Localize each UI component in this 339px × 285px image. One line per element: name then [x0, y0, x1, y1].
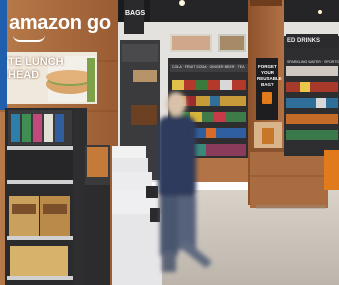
- drinks-label-right: SPARKLING WATER · SPORTS: [287, 60, 339, 64]
- bag-icon: [262, 92, 272, 104]
- menu-board-line1: TE LUNCH: [8, 56, 64, 68]
- drinks-label-corner: ED DRINKS: [287, 38, 321, 44]
- poster-line1: FORGET: [258, 64, 277, 69]
- poster-line3: REUSABLE: [257, 76, 282, 81]
- poster-line4: BAG?: [261, 82, 274, 87]
- poster-line2: YOUR: [261, 70, 275, 75]
- amazon-smile-icon: [13, 35, 45, 42]
- amazon-go-logo: amazon go: [9, 12, 111, 34]
- store-photo: amazon go TE LUNCH HEAD BAGS COLA · FRUI…: [0, 0, 339, 285]
- bags-sign: BAGS: [125, 10, 146, 17]
- drinks-label-center: COLA · FRUIT SODA · GINGER BEER · TEA: [172, 65, 245, 69]
- menu-board-line2: HEAD: [8, 69, 40, 81]
